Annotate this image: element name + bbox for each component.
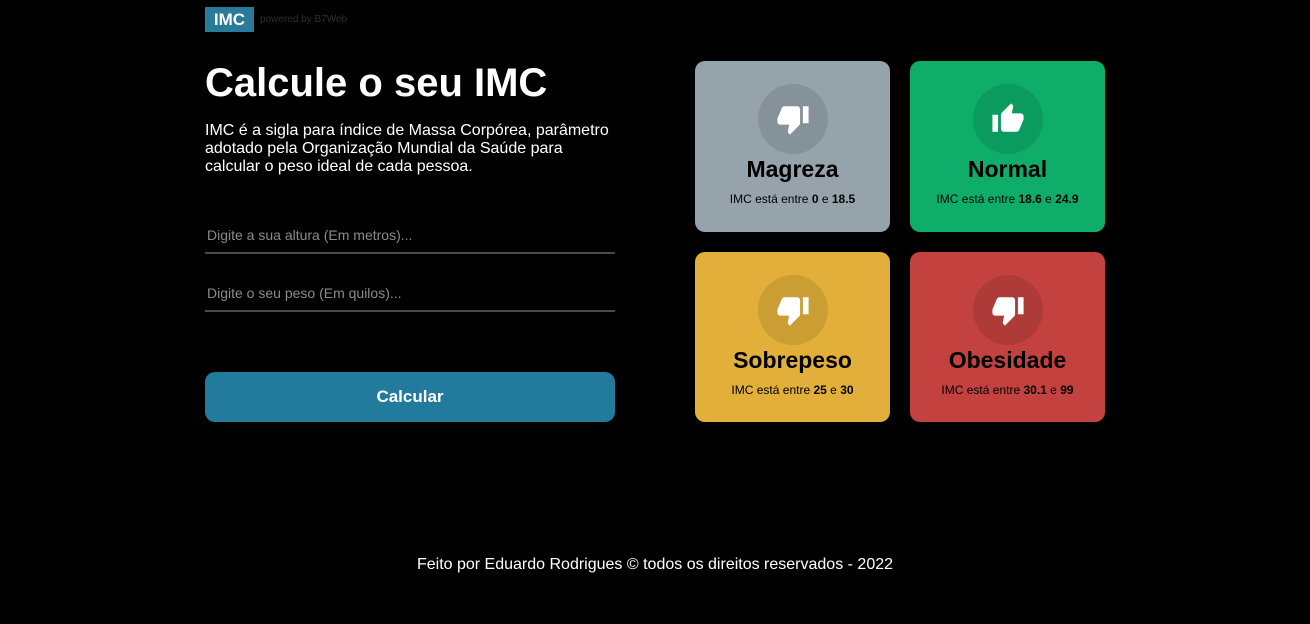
page-description: IMC é a sigla para índice de Massa Corpó…	[205, 122, 609, 175]
level-icon-circle	[972, 84, 1043, 154]
level-card-obesidade: Obesidade IMC está entre 30.1 e 99	[910, 252, 1105, 422]
level-card-magreza: Magreza IMC está entre 0 e 18.5	[695, 61, 890, 232]
height-field	[205, 218, 615, 254]
header: IMC powered by B7Web	[205, 7, 347, 32]
level-card-sobrepeso: Sobrepeso IMC está entre 25 e 30	[695, 252, 890, 422]
level-title: Obesidade	[948, 347, 1067, 373]
thumbs-down-icon	[776, 297, 809, 326]
level-icon-circle	[972, 275, 1043, 345]
weight-field	[205, 276, 615, 312]
thumbs-down-icon	[776, 106, 809, 135]
calculate-button[interactable]: Calcular	[205, 372, 615, 422]
calculator-panel: Calcule o seu IMC IMC é a sigla para índ…	[205, 60, 615, 422]
imc-levels-grid: Magreza IMC está entre 0 e 18.5 Normal I…	[695, 61, 1105, 422]
logo: IMC	[205, 7, 254, 32]
level-range: IMC está entre 18.6 e 24.9	[936, 192, 1079, 206]
level-icon-circle	[757, 84, 828, 154]
level-range: IMC está entre 0 e 18.5	[729, 192, 856, 206]
level-title: Normal	[967, 156, 1048, 182]
level-card-normal: Normal IMC está entre 18.6 e 24.9	[910, 61, 1105, 232]
height-input[interactable]	[205, 218, 615, 252]
level-range: IMC está entre 30.1 e 99	[941, 383, 1074, 397]
weight-input[interactable]	[205, 276, 615, 310]
powered-by-text: powered by B7Web	[260, 14, 348, 25]
thumbs-down-icon	[991, 297, 1024, 326]
level-title: Sobrepeso	[733, 347, 852, 373]
page: IMC powered by B7Web Calcule o seu IMC I…	[0, 0, 1310, 624]
level-title: Magreza	[746, 156, 839, 182]
thumbs-up-icon	[991, 103, 1024, 132]
level-range: IMC está entre 25 e 30	[731, 383, 854, 397]
level-icon-circle	[757, 275, 828, 345]
page-title: Calcule o seu IMC	[205, 61, 548, 105]
footer-text: Feito por Eduardo Rodrigues © todos os d…	[416, 556, 894, 573]
